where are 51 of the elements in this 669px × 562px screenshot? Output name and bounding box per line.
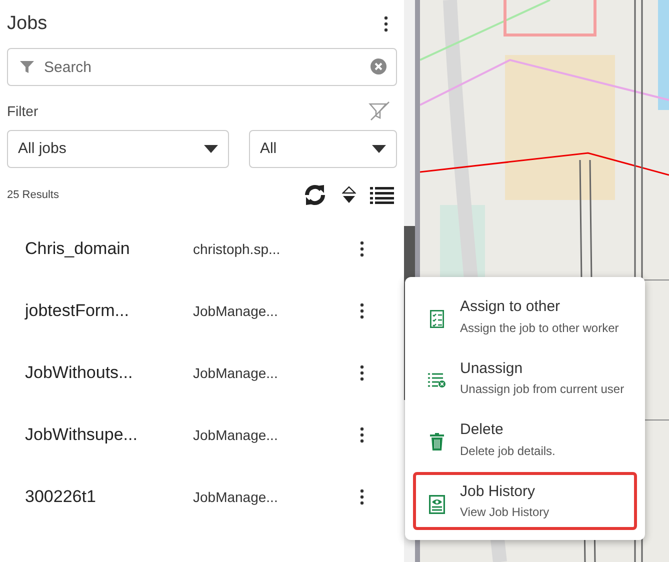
menu-item-description: Delete job details. (460, 442, 556, 460)
menu-item[interactable]: Delete Delete job details. (413, 410, 637, 468)
search-field[interactable]: Search (7, 48, 397, 86)
list-icon[interactable] (370, 186, 394, 204)
panel-title: Jobs (7, 12, 48, 36)
job-name: 300226t1 (25, 486, 97, 508)
job-row[interactable]: Chris_domain christoph.sp... (0, 218, 404, 280)
trash-icon (430, 433, 444, 451)
menu-item-title: Unassign (460, 358, 524, 378)
job-owner: JobManage... (193, 426, 279, 445)
menu-item-description: Assign the job to other worker (460, 320, 619, 336)
more-icon[interactable] (360, 365, 364, 381)
filter-dropdown[interactable]: All (248, 130, 397, 168)
more-icon[interactable] (384, 16, 388, 32)
menu-item-title: Assign to other (460, 297, 562, 317)
menu-item[interactable]: Job History View Job History (413, 472, 637, 530)
caret-icon (204, 145, 218, 153)
job-row[interactable]: JobWithouts... JobManage... (0, 342, 404, 404)
job-owner: christoph.sp... (193, 240, 282, 259)
job-row[interactable]: 300226t1 JobManage... (0, 466, 404, 528)
menu-item-description: Unassign job from current user (460, 381, 624, 398)
checklist-icon (430, 310, 444, 328)
job-name: JobWithouts... (25, 362, 134, 384)
job-row[interactable]: JobWithsupe... JobManage... (0, 404, 404, 466)
menu-item-title: Delete (460, 420, 504, 440)
job-name: Chris_domain (25, 238, 131, 260)
job-owner: JobManage... (193, 364, 279, 383)
clear-icon[interactable] (370, 58, 387, 75)
job-row[interactable]: jobtestForm... JobManage... (0, 280, 404, 342)
more-icon[interactable] (360, 427, 364, 443)
job-owner: JobManage... (193, 302, 279, 321)
menu-item-title: Job History (460, 482, 536, 502)
more-icon[interactable] (360, 241, 364, 257)
clear-filter-icon[interactable] (368, 100, 390, 122)
more-icon[interactable] (360, 489, 364, 505)
refresh-icon[interactable] (302, 182, 328, 208)
filter-label: Filter (7, 102, 38, 120)
menu-item[interactable]: Unassign Unassign job from current user (413, 348, 637, 407)
job-owner: JobManage... (193, 488, 279, 507)
document-eye-icon (429, 494, 445, 514)
filter-icon (19, 60, 35, 74)
job-name: jobtestForm... (25, 300, 130, 322)
job-name: JobWithsupe... (25, 424, 138, 446)
results-count: 25 Results (7, 188, 59, 203)
menu-item[interactable]: Assign to other Assign the job to other worker (413, 287, 637, 346)
caret-icon (372, 145, 386, 153)
menu-item-description: View Job History (460, 504, 550, 521)
list-remove-icon (428, 372, 446, 388)
more-icon[interactable] (360, 303, 364, 319)
sort-icon[interactable] (342, 186, 356, 204)
filter-dropdown[interactable]: All jobs (7, 130, 229, 168)
